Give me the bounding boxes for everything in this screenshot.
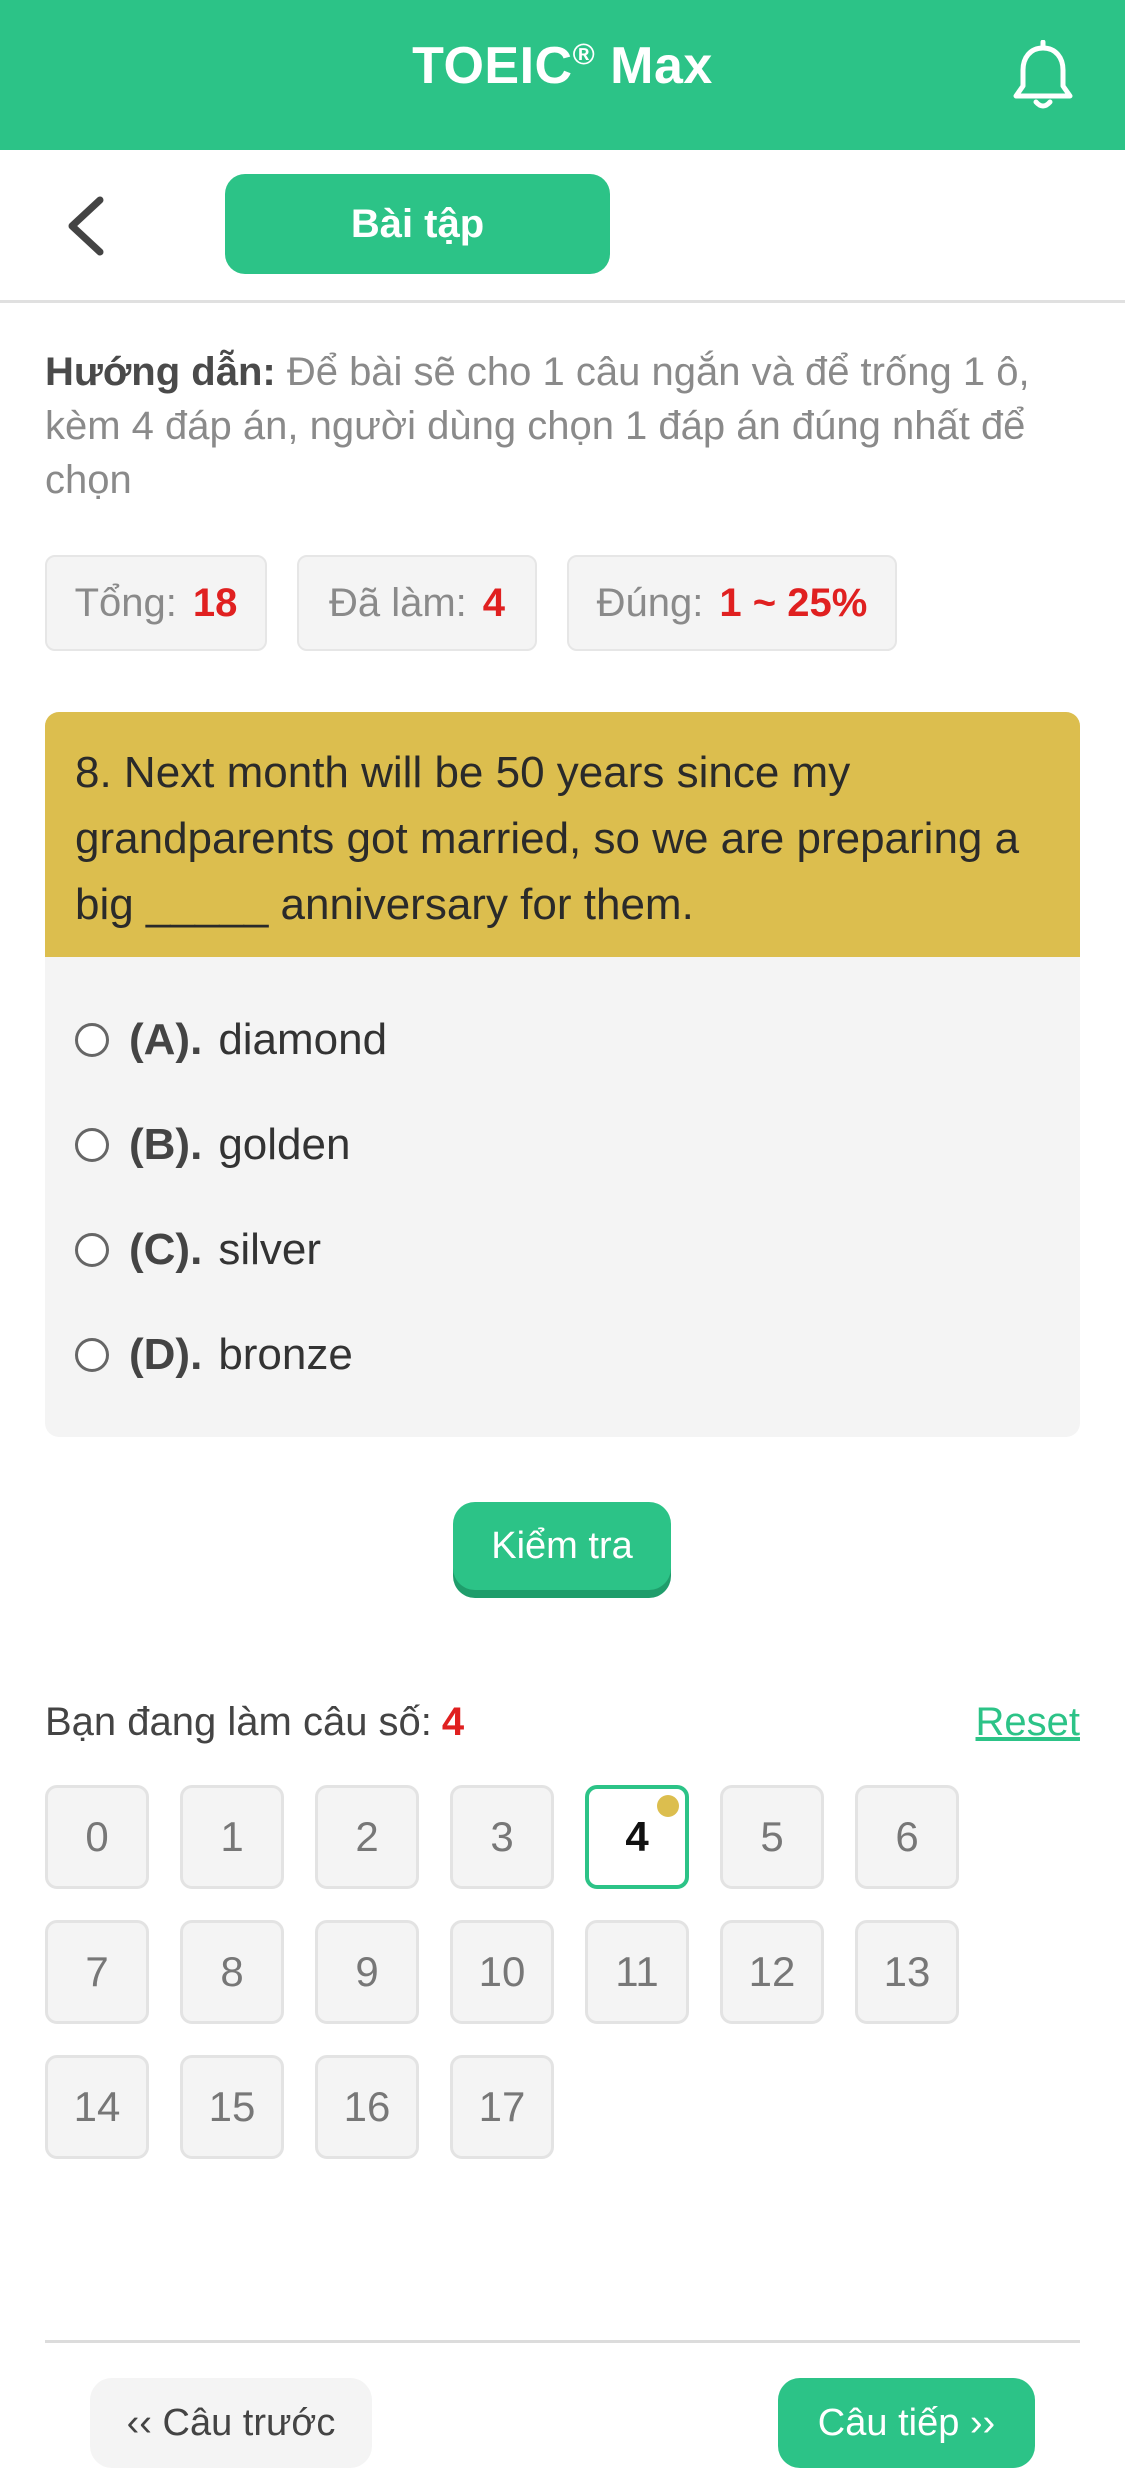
question-number-label: 0 <box>85 1813 109 1860</box>
question-number-label: 1 <box>220 1813 244 1860</box>
question-number-button[interactable]: 9 <box>315 1920 419 2024</box>
question-number-label: 11 <box>615 1948 659 1995</box>
question-number-grid: 0 1 2 3 4 5 6 7 8 9 10 11 12 13 14 15 16 17 <box>45 1785 1045 2165</box>
question-number-button[interactable]: 2 <box>315 1785 419 1889</box>
question-number-button[interactable]: 1 <box>180 1785 284 1889</box>
question-number-label: 2 <box>355 1813 379 1860</box>
question-number-label: 10 <box>478 1948 526 1995</box>
option-d[interactable]: (D). bronze <box>75 1315 353 1395</box>
question-number-button[interactable]: 7 <box>45 1920 149 2024</box>
sub-navigation: Bài tập <box>0 150 1125 303</box>
question-number-label: 4 <box>625 1813 649 1860</box>
question-number-button[interactable]: 10 <box>450 1920 554 2024</box>
question-number-label: 6 <box>895 1813 919 1860</box>
bell-icon[interactable] <box>1010 40 1076 112</box>
instructions: Hướng dẫn: Để bài sẽ cho 1 câu ngắn và đ… <box>45 345 1080 507</box>
question-number-label: 9 <box>355 1948 379 1995</box>
question-number-button[interactable]: 13 <box>855 1920 959 2024</box>
radio-icon[interactable] <box>75 1023 109 1057</box>
question-number-button[interactable]: 17 <box>450 2055 554 2159</box>
option-b[interactable]: (B). golden <box>75 1105 350 1185</box>
stat-correct: Đúng: 1 ~ 25% <box>567 555 897 651</box>
question-number-label: 12 <box>748 1948 796 1995</box>
question-number-button[interactable]: 11 <box>585 1920 689 2024</box>
question-number-button[interactable]: 16 <box>315 2055 419 2159</box>
app-header: TOEIC® Max <box>0 0 1125 150</box>
radio-icon[interactable] <box>75 1128 109 1162</box>
question-number-button[interactable]: 4 <box>585 1785 689 1889</box>
question-number-button[interactable]: 0 <box>45 1785 149 1889</box>
check-button[interactable]: Kiểm tra <box>453 1502 671 1590</box>
question-card: 8. Next month will be 50 years since my … <box>45 712 1080 1437</box>
current-indicator-dot <box>657 1795 679 1817</box>
question-number-label: 13 <box>883 1948 931 1995</box>
question-number-button[interactable]: 14 <box>45 2055 149 2159</box>
question-number-button[interactable]: 12 <box>720 1920 824 2024</box>
option-c[interactable]: (C). silver <box>75 1210 321 1290</box>
question-number-label: 16 <box>343 2083 391 2130</box>
question-number-label: 3 <box>490 1813 514 1860</box>
previous-question-button[interactable]: ‹‹ Câu trước <box>90 2378 372 2468</box>
current-question: Bạn đang làm câu số: 4 <box>45 1700 465 1744</box>
option-a[interactable]: (A). diamond <box>75 1000 387 1080</box>
tab-exercises[interactable]: Bài tập <box>225 174 610 274</box>
question-number-button[interactable]: 15 <box>180 2055 284 2159</box>
radio-icon[interactable] <box>75 1338 109 1372</box>
divider <box>45 2340 1080 2343</box>
app-title: TOEIC® Max <box>412 37 713 95</box>
question-number-button[interactable]: 5 <box>720 1785 824 1889</box>
next-question-button[interactable]: Câu tiếp ›› <box>778 2378 1035 2468</box>
question-number-button[interactable]: 3 <box>450 1785 554 1889</box>
stat-done: Đã làm: 4 <box>297 555 537 651</box>
chevron-left-icon[interactable] <box>62 194 112 258</box>
question-number-label: 14 <box>73 2083 121 2130</box>
question-number-label: 8 <box>220 1948 244 1995</box>
question-number-label: 5 <box>760 1813 784 1860</box>
radio-icon[interactable] <box>75 1233 109 1267</box>
reset-link[interactable]: Reset <box>976 1700 1081 1745</box>
instructions-label: Hướng dẫn: <box>45 350 276 394</box>
question-text: 8. Next month will be 50 years since my … <box>45 712 1080 957</box>
question-number-label: 15 <box>208 2083 256 2130</box>
stat-total: Tổng: 18 <box>45 555 267 651</box>
question-number-button[interactable]: 8 <box>180 1920 284 2024</box>
question-number-label: 17 <box>478 2083 526 2130</box>
question-number-label: 7 <box>85 1948 109 1995</box>
question-number-button[interactable]: 6 <box>855 1785 959 1889</box>
